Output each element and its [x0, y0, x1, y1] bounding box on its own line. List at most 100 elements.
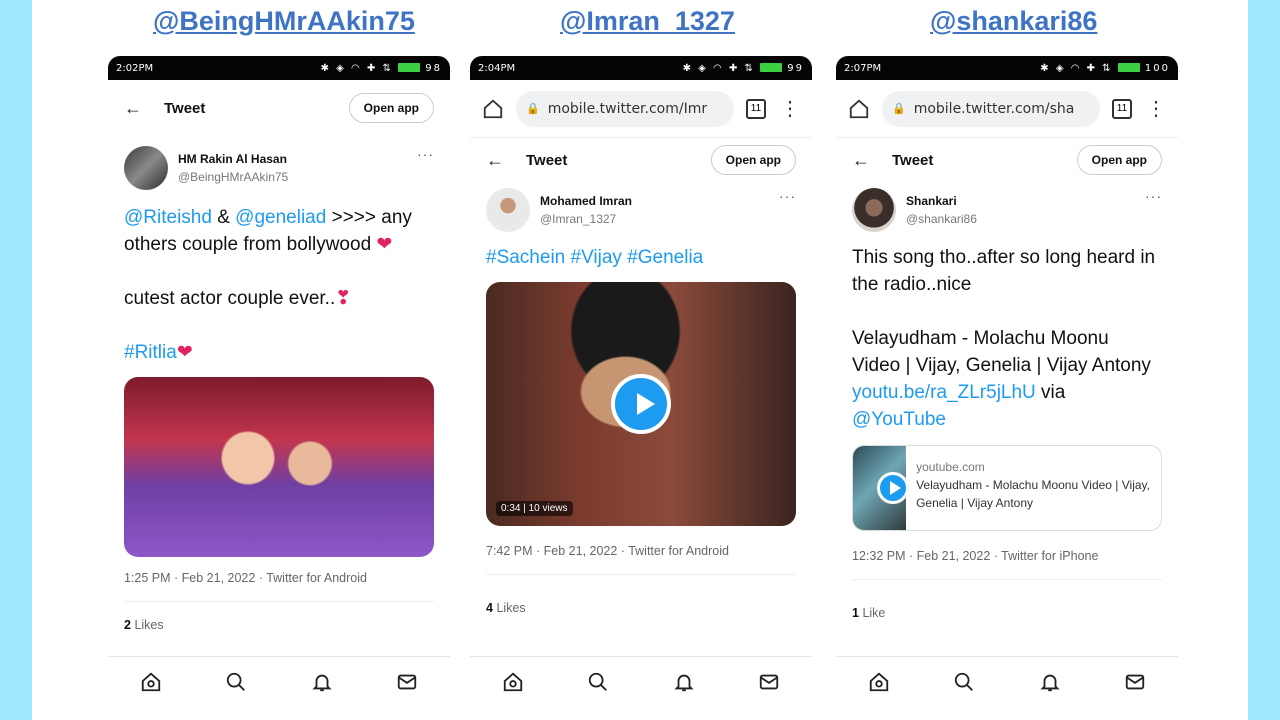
status-bar: 2:04PM ✱ ◈ ◠ ✚ ⇅ 99 [470, 56, 812, 80]
divider [124, 601, 434, 602]
heart-exclamation-emoji-icon: ❣ [335, 288, 352, 309]
browser-menu-icon[interactable]: ⋮ [1146, 96, 1166, 121]
tweet-text: @Riteishd & @geneliad >>>> any others co… [108, 204, 450, 366]
link-preview-card[interactable]: youtube.com Velayudham - Molachu Moonu V… [852, 445, 1162, 531]
notifications-bell-icon[interactable] [311, 671, 333, 693]
bottom-nav [470, 656, 812, 720]
card-title: Velayudham - Molachu Moonu Video | Vijay… [916, 478, 1150, 510]
back-arrow-icon[interactable]: ← [124, 98, 164, 119]
tweet-title: Tweet [892, 151, 934, 169]
hashtag-link[interactable]: #Ritlia [124, 342, 177, 363]
author-handle[interactable]: @BeingHMrAAkin75 [178, 170, 417, 184]
divider [852, 579, 1162, 580]
open-app-button[interactable]: Open app [1076, 145, 1162, 175]
likes-count[interactable]: 4 Likes [470, 601, 812, 615]
home-icon[interactable] [140, 671, 162, 693]
browser-home-icon[interactable] [848, 98, 870, 120]
battery-icon [398, 63, 421, 72]
author-handle[interactable]: @shankari86 [906, 212, 1145, 226]
likes-count[interactable]: 1 Like [836, 606, 1178, 620]
status-time: 2:04PM [478, 62, 516, 74]
battery-level: 98 [425, 62, 442, 74]
tab-count-icon[interactable]: 11 [1112, 98, 1132, 119]
tweet-header: ← Tweet Open app [108, 86, 450, 130]
back-arrow-icon[interactable]: ← [852, 150, 892, 171]
youtube-mention-link[interactable]: @YouTube [852, 409, 946, 430]
status-time: 2:07PM [844, 62, 882, 74]
mention-link[interactable]: @geneliad [235, 207, 326, 228]
tweet-video[interactable]: 0:34 | 10 views [486, 282, 796, 526]
tweet-text: #Sachein #Vijay #Genelia [470, 244, 812, 271]
tweet-header: ← Tweet Open app [836, 138, 1178, 182]
open-app-button[interactable]: Open app [710, 145, 796, 175]
video-duration-views: 0:34 | 10 views [496, 501, 573, 516]
youtube-link[interactable]: youtu.be/ra_ZLr5jLhU [852, 382, 1036, 403]
author-name[interactable]: Shankari [906, 194, 1145, 208]
battery-level: 100 [1144, 62, 1170, 74]
text: Velayudham - Molachu Moonu Video | Vijay… [852, 328, 1151, 376]
more-options-icon[interactable]: ··· [779, 188, 796, 204]
status-icons: ✱ ◈ ◠ ✚ ⇅ 98 [320, 62, 442, 74]
play-button-icon [877, 472, 909, 504]
more-options-icon[interactable]: ··· [1145, 188, 1162, 204]
author-name[interactable]: Mohamed Imran [540, 194, 779, 208]
open-app-button[interactable]: Open app [348, 93, 434, 123]
lock-icon: 🔒 [526, 102, 540, 115]
avatar[interactable] [486, 188, 530, 232]
tweet-header: ← Tweet Open app [470, 138, 812, 182]
hashtag-link[interactable]: #Sachein #Vijay #Genelia [486, 247, 703, 268]
bottom-nav [836, 656, 1178, 720]
back-arrow-icon[interactable]: ← [486, 150, 526, 171]
tweet-timestamp: 12:32 PM · Feb 21, 2022 · Twitter for iP… [852, 549, 1099, 563]
url-bar[interactable]: 🔒 mobile.twitter.com/Imr [516, 90, 734, 127]
messages-mail-icon[interactable] [1124, 671, 1146, 693]
heart-emoji-icon: ❤ [376, 234, 393, 255]
divider [486, 574, 796, 575]
bottom-nav [108, 656, 450, 720]
author-handle[interactable]: @Imran_1327 [540, 212, 779, 226]
text: cutest actor couple ever.. [124, 288, 336, 309]
battery-icon [1117, 63, 1140, 72]
phone-panel-2: 2:04PM ✱ ◈ ◠ ✚ ⇅ 99 🔒 mobile.twitter.com/… [470, 56, 812, 720]
card-thumbnail [853, 446, 909, 530]
notifications-bell-icon[interactable] [1039, 671, 1061, 693]
messages-mail-icon[interactable] [396, 671, 418, 693]
author-name[interactable]: HM Rakin Al Hasan [178, 152, 417, 166]
text: via [1035, 382, 1066, 403]
url-text: mobile.twitter.com/sha [913, 100, 1075, 117]
avatar[interactable] [852, 188, 896, 232]
battery-level: 99 [787, 62, 804, 74]
avatar[interactable] [124, 146, 168, 190]
search-icon[interactable] [587, 671, 609, 693]
account-handle-heading: @BeingHMrAAkin75 [153, 6, 415, 36]
messages-mail-icon[interactable] [758, 671, 780, 693]
browser-toolbar: 🔒 mobile.twitter.com/sha 11 ⋮ [836, 80, 1178, 138]
status-time: 2:02PM [116, 62, 154, 74]
notifications-bell-icon[interactable] [673, 671, 695, 693]
status-icons: ✱ ◈ ◠ ✚ ⇅ 100 [1040, 62, 1170, 74]
home-icon[interactable] [868, 671, 890, 693]
likes-label: Like [862, 606, 886, 620]
more-options-icon[interactable]: ··· [417, 146, 434, 162]
likes-number: 1 [852, 606, 859, 620]
search-icon[interactable] [953, 671, 975, 693]
canvas: @BeingHMrAAkin75 @Imran_1327 @shankari86… [32, 0, 1248, 720]
text: & [211, 207, 236, 228]
account-handle-heading: @Imran_1327 [560, 6, 735, 36]
likes-count[interactable]: 2 Likes [108, 618, 450, 632]
tab-count-icon[interactable]: 11 [746, 98, 766, 119]
home-icon[interactable] [502, 671, 524, 693]
url-bar[interactable]: 🔒 mobile.twitter.com/sha [882, 90, 1100, 127]
likes-label: Likes [496, 601, 526, 615]
likes-number: 4 [486, 601, 493, 615]
phone-panel-3: 2:07PM ✱ ◈ ◠ ✚ ⇅ 100 🔒 mobile.twitter.com… [836, 56, 1178, 720]
phone-panel-1: 2:02PM ✱ ◈ ◠ ✚ ⇅ 98 ← Tweet Open app HM … [108, 56, 450, 720]
play-button-icon[interactable] [611, 374, 671, 434]
tweet-photo[interactable] [124, 377, 434, 557]
mention-link[interactable]: @Riteishd [124, 207, 212, 228]
search-icon[interactable] [225, 671, 247, 693]
browser-menu-icon[interactable]: ⋮ [780, 96, 800, 121]
account-handle-heading: @shankari86 [930, 6, 1098, 36]
browser-home-icon[interactable] [482, 98, 504, 120]
browser-toolbar: 🔒 mobile.twitter.com/Imr 11 ⋮ [470, 80, 812, 138]
